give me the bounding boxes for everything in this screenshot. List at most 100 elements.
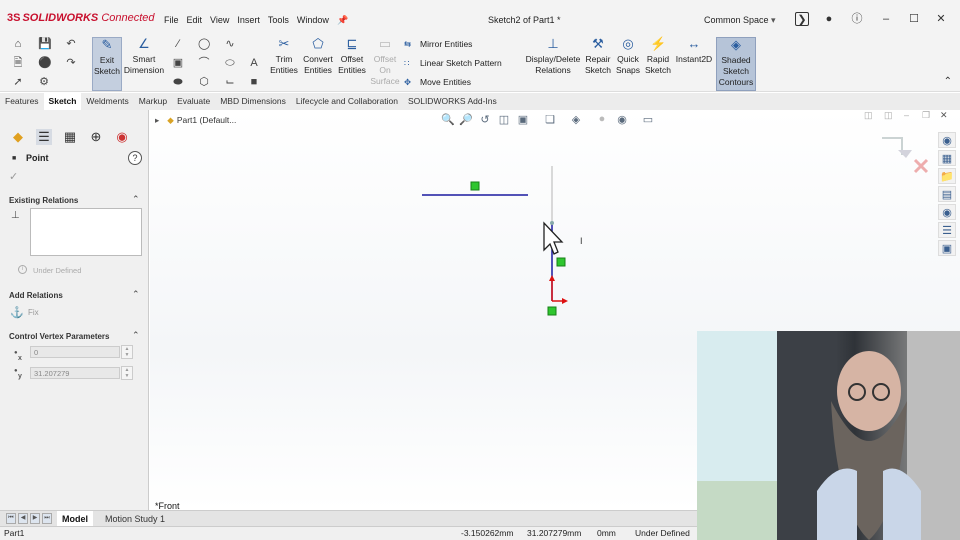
prev-tab-icon[interactable]: ◀ [18, 513, 28, 524]
shaded-sketch-contours-button[interactable]: ◈ Shaded Sketch Contours [716, 37, 756, 91]
text-icon[interactable]: A [248, 57, 260, 69]
property-manager-title: Point [26, 153, 49, 163]
help-icon[interactable]: ⓘ [850, 12, 864, 26]
property-manager-icon[interactable]: ☰ [36, 129, 52, 145]
line-icon[interactable]: ∕ [172, 38, 184, 50]
y-spinner[interactable]: ▲ ▼ [121, 366, 133, 380]
ellipse-icon[interactable]: ⬭ [224, 57, 236, 69]
exit-sketch-button[interactable]: ✎ Exit Sketch [92, 37, 122, 91]
origin-y-arrowhead [549, 275, 555, 281]
feature-manager-icon[interactable]: ◆ [10, 129, 26, 145]
tab-weldments[interactable]: Weldments [81, 93, 133, 110]
circle-icon[interactable]: ◯ [198, 38, 210, 50]
first-tab-icon[interactable]: ⏮ [6, 513, 16, 524]
appearances-icon[interactable]: ◉ [938, 204, 956, 220]
tab-features[interactable]: Features [0, 93, 44, 110]
dimxpert-icon[interactable]: ⊕ [88, 129, 104, 145]
help-circle-icon[interactable]: ? [128, 151, 142, 165]
tab-mbd-dimensions[interactable]: MBD Dimensions [215, 93, 291, 110]
next-tab-icon[interactable]: ▶ [30, 513, 40, 524]
save-icon[interactable]: 💾 [38, 38, 52, 50]
convert-entities-button[interactable]: ⬠ Convert Entities [301, 37, 335, 76]
rectangle-icon[interactable]: ▣ [172, 57, 184, 69]
forum-icon[interactable]: ▣ [938, 240, 956, 256]
control-vertex-heading: Control Vertex Parameters [9, 332, 110, 341]
view-palette-icon[interactable]: ▤ [938, 186, 956, 202]
menu-edit[interactable]: Edit [187, 15, 203, 26]
existing-relations-list[interactable] [30, 208, 142, 256]
convert-icon: ⬠ [312, 36, 324, 51]
display-delete-relations-button[interactable]: ⊥ Display/Delete Relations [524, 37, 582, 76]
select-icon[interactable]: ➚ [12, 76, 24, 88]
menu-tools[interactable]: Tools [268, 15, 289, 26]
ok-check-icon[interactable]: ✓ [9, 170, 18, 183]
tab-motion-study[interactable]: Motion Study 1 [100, 511, 170, 527]
collapse-existing-relations-icon[interactable]: ⌃ [132, 194, 140, 205]
slot-icon[interactable]: ⬬ [172, 76, 184, 88]
relations-icon: ⊥ [547, 36, 559, 51]
pin-icon[interactable]: 📌 [337, 15, 348, 26]
point-icon[interactable]: ■ [248, 76, 260, 88]
collapse-control-vertex-icon[interactable]: ⌃ [132, 330, 140, 341]
tab-addins[interactable]: SOLIDWORKS Add-Ins [403, 93, 502, 110]
instant2d-button[interactable]: ↔ Instant2D [674, 37, 714, 65]
minimize-icon[interactable]: – [879, 12, 893, 26]
trim-entities-button[interactable]: ✂ Trim Entities [268, 37, 300, 76]
configuration-manager-icon[interactable]: ▦ [62, 129, 78, 145]
close-icon[interactable]: ✕ [934, 12, 948, 26]
spline-icon[interactable]: ∿ [224, 38, 236, 50]
undo-icon[interactable]: ↶ [65, 38, 77, 50]
repair-icon: ⚒ [592, 36, 604, 51]
x-coordinate-field[interactable] [30, 346, 120, 358]
tab-evaluate[interactable]: Evaluate [172, 93, 215, 110]
display-manager-icon[interactable]: ◉ [114, 129, 130, 145]
file-explorer-icon[interactable]: 📁 [938, 168, 956, 184]
arc-icon[interactable]: ⌒ [198, 57, 210, 69]
offset-surface-icon: ▭ [378, 36, 392, 51]
home-icon[interactable]: ⌂ [12, 38, 24, 50]
repair-sketch-button[interactable]: ⚒ Repair Sketch [583, 37, 613, 76]
maximize-icon[interactable]: ☐ [907, 12, 921, 26]
new-document-icon[interactable]: 🗎 [12, 57, 24, 69]
tab-model[interactable]: Model [57, 511, 93, 527]
redo-icon[interactable]: ↷ [65, 57, 77, 69]
tab-lifecycle[interactable]: Lifecycle and Collaboration [291, 93, 403, 110]
rapid-sketch-button[interactable]: ⚡ Rapid Sketch [643, 37, 673, 76]
menu-insert[interactable]: Insert [237, 15, 260, 26]
quick-snaps-button[interactable]: ◎ Quick Snaps [614, 37, 642, 76]
smart-dimension-button[interactable]: ∠ Smart Dimension [123, 37, 165, 76]
y-coordinate-field[interactable] [30, 367, 120, 379]
space-selector[interactable]: Common Space [704, 15, 776, 26]
horizontal-relation-icon [470, 181, 480, 191]
user-icon[interactable]: ● [822, 12, 836, 26]
options-gear-icon[interactable]: ⚙ [38, 76, 50, 88]
solidworks-logo[interactable]: 3S SOLIDWORKS Connected [7, 12, 155, 24]
custom-properties-icon[interactable]: ☰ [938, 222, 956, 238]
polygon-icon[interactable]: ⬡ [198, 76, 210, 88]
solidworks-resources-icon[interactable]: ◉ [938, 132, 956, 148]
trim-icon: ✂ [278, 36, 290, 51]
collapse-add-relations-icon[interactable]: ⌃ [132, 289, 140, 300]
tab-markup[interactable]: Markup [134, 93, 172, 110]
menu-file[interactable]: File [164, 15, 179, 26]
offset-on-surface-button[interactable]: ▭ Offset On Surface [369, 37, 401, 87]
fix-relation-button[interactable]: Fix [28, 308, 39, 317]
collapse-ribbon-icon[interactable]: ⌃ [944, 76, 952, 87]
status-y-coordinate: 31.207279mm [527, 528, 582, 538]
x-spinner[interactable]: ▲ ▼ [121, 345, 133, 359]
menu-view[interactable]: View [210, 15, 229, 26]
design-library-icon[interactable]: ▦ [938, 150, 956, 166]
last-tab-icon[interactable]: ⏭ [42, 513, 52, 524]
fillet-icon[interactable]: ⌙ [224, 76, 236, 88]
move-entities-button[interactable]: ✥ Move Entities [404, 77, 471, 88]
offset-entities-button[interactable]: ⊑ Offset Entities [336, 37, 368, 76]
traffic-light-icon[interactable]: ⚫ [38, 57, 52, 69]
menu-window[interactable]: Window [297, 15, 329, 26]
command-search-icon[interactable]: ❯ [795, 12, 809, 26]
mirror-entities-button[interactable]: ⇆ Mirror Entities [404, 39, 472, 50]
property-manager-panel: ◆ ☰ ▦ ⊕ ◉ ■ Point ? ✓ Existing Relations… [0, 110, 149, 510]
text-cursor-icon: I [580, 236, 583, 246]
tab-sketch[interactable]: Sketch [43, 93, 82, 110]
linear-sketch-pattern-button[interactable]: ∷ Linear Sketch Pattern [404, 58, 502, 69]
fix-icon: ⚓ [10, 307, 24, 319]
